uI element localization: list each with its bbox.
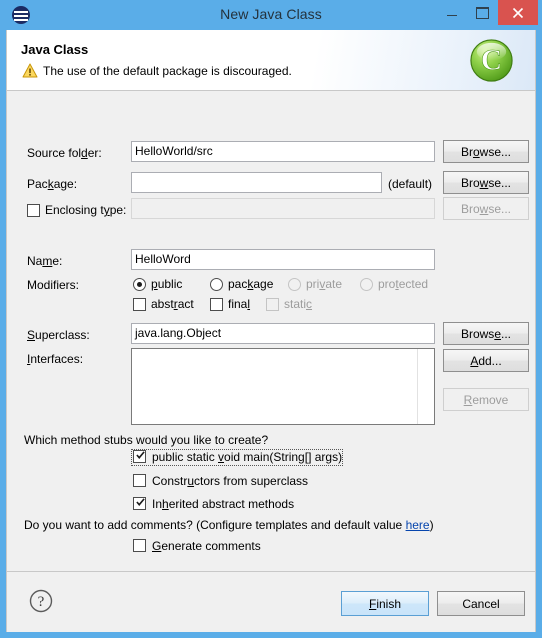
close-icon <box>512 7 524 18</box>
cancel-button[interactable]: Cancel <box>437 591 525 616</box>
modifier-checkbox-abstract[interactable] <box>133 298 146 311</box>
superclass-input[interactable]: java.lang.Object <box>131 323 435 344</box>
dialog-header: Java Class The use of the default packag… <box>7 30 535 91</box>
modifier-checkbox-final-label: final <box>228 297 251 311</box>
header-title: Java Class <box>21 42 89 57</box>
modifier-checkbox-static-label: static <box>284 297 313 311</box>
modifier-radio-protected <box>360 278 373 291</box>
interfaces-remove-button: Remove <box>443 388 529 411</box>
modifier-radio-protected-label: protected <box>378 277 429 291</box>
enclosing-type-label: Enclosing type: <box>45 203 127 217</box>
maximize-icon <box>475 6 489 19</box>
modifier-checkbox-abstract-label: abstract <box>151 297 194 311</box>
interfaces-list[interactable] <box>131 348 435 425</box>
header-message: The use of the default package is discou… <box>43 64 292 78</box>
svg-text:C: C <box>481 44 502 76</box>
enclosing-type-checkbox[interactable] <box>27 204 40 217</box>
source-folder-browse-button[interactable]: Browse... <box>443 140 529 163</box>
modifier-radio-package-label: package <box>228 277 274 291</box>
maximize-button[interactable] <box>467 0 497 25</box>
finish-button[interactable]: Finish <box>341 591 429 616</box>
method-stub-main-label: public static void main(String[] args) <box>152 450 343 464</box>
modifier-radio-private <box>288 278 301 291</box>
interfaces-list-scroll-track <box>417 349 418 424</box>
svg-text:?: ? <box>38 594 45 610</box>
enclosing-type-input <box>131 198 435 219</box>
package-label: Package: <box>27 177 78 191</box>
generate-comments-checkbox[interactable] <box>133 539 146 552</box>
checkmark-icon <box>136 498 145 506</box>
minimize-icon <box>447 15 457 16</box>
warning-icon <box>22 63 38 78</box>
modifier-checkbox-final[interactable] <box>210 298 223 311</box>
modifiers-label: Modifiers: <box>27 278 80 292</box>
configure-templates-link[interactable]: here <box>406 518 430 532</box>
method-stub-constructors-checkbox[interactable] <box>133 474 146 487</box>
modifier-radio-private-label: private <box>306 277 343 291</box>
modifier-checkbox-static <box>266 298 279 311</box>
package-browse-button[interactable]: Browse... <box>443 171 529 194</box>
method-stubs-question: Which method stubs would you like to cre… <box>24 433 269 447</box>
dialog-body: Source folder: HelloWorld/src Browse... … <box>7 92 535 570</box>
method-stub-main-checkbox[interactable] <box>133 450 146 463</box>
close-button[interactable] <box>498 0 538 25</box>
superclass-browse-button[interactable]: Browse... <box>443 322 529 345</box>
modifier-radio-public[interactable] <box>133 278 146 291</box>
method-stub-inherited-checkbox[interactable] <box>133 497 146 510</box>
title-bar: New Java Class <box>0 0 542 30</box>
source-folder-label: Source folder: <box>27 146 102 160</box>
comments-question: Do you want to add comments? (Configure … <box>24 518 434 532</box>
dialog-window: New Java Class Java Class The use of the… <box>0 0 542 638</box>
dialog-button-bar: ? Finish Cancel <box>7 571 535 632</box>
interfaces-add-button[interactable]: Add... <box>443 349 529 372</box>
method-stub-constructors-label: Constructors from superclass <box>152 474 309 488</box>
dialog-client-area: Java Class The use of the default packag… <box>6 30 536 632</box>
method-stub-inherited-label: Inherited abstract methods <box>152 497 295 511</box>
source-folder-input[interactable]: HelloWorld/src <box>131 141 435 162</box>
interfaces-label: Interfaces: <box>27 352 84 366</box>
package-default-hint: (default) <box>388 177 433 191</box>
minimize-button[interactable] <box>437 0 467 25</box>
green-c-logo: C <box>470 39 513 82</box>
name-input[interactable]: HelloWord <box>131 249 435 270</box>
superclass-label: Superclass: <box>27 328 90 342</box>
generate-comments-label: Generate comments <box>152 539 261 553</box>
help-icon[interactable]: ? <box>29 589 53 613</box>
package-input[interactable] <box>131 172 382 193</box>
modifier-radio-package[interactable] <box>210 278 223 291</box>
modifier-radio-public-label: public <box>151 277 183 291</box>
enclosing-type-browse-button: Browse... <box>443 197 529 220</box>
name-label: Name: <box>27 254 63 268</box>
checkmark-icon <box>136 451 145 459</box>
